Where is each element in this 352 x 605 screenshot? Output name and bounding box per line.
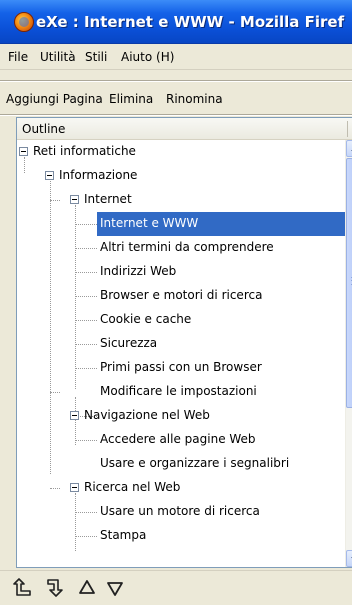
node-label: Accedere alle pagine Web: [100, 432, 256, 446]
node-label: Informazione: [59, 168, 138, 182]
collapse-icon[interactable]: [19, 147, 28, 156]
toolbar-separator-bottom: [0, 114, 352, 116]
outline-nav-toolbar: [0, 570, 352, 605]
tree-node-navigazione-web[interactable]: Navigazione nel Web: [17, 404, 337, 428]
collapse-icon[interactable]: [45, 171, 54, 180]
menu-bar: File Utilità Stili Aiuto (H): [0, 45, 352, 70]
node-label: Modificare le impostazioni: [100, 384, 257, 398]
tree-node-reti-informatiche[interactable]: Reti informatiche: [17, 140, 337, 164]
outline-header-label: Outline: [22, 122, 66, 136]
outline-header[interactable]: Outline: [17, 118, 352, 140]
node-label: Sicurezza: [100, 336, 158, 350]
node-label: Stampa: [100, 528, 147, 542]
tree-node-motore-ricerca[interactable]: Usare un motore di ricerca: [17, 500, 337, 524]
node-label: Internet e WWW: [100, 216, 199, 230]
outline-panel: Outline Reti informatiche Informazione I…: [16, 117, 352, 568]
collapse-icon[interactable]: [70, 483, 79, 492]
delete-button[interactable]: Elimina: [109, 92, 153, 106]
collapse-icon[interactable]: [70, 195, 79, 204]
tree-node-informazione[interactable]: Informazione: [17, 164, 337, 188]
outline-tree: Reti informatiche Informazione Internet …: [17, 140, 345, 567]
tree-node-cookie-cache[interactable]: Cookie e cache: [17, 308, 337, 332]
tree-node-stampa[interactable]: Stampa: [17, 524, 337, 548]
add-page-button[interactable]: Aggiungi Pagina: [6, 92, 103, 106]
tree-node-altri-termini[interactable]: Altri termini da comprendere: [17, 236, 337, 260]
node-label: Internet: [84, 192, 132, 206]
firefox-icon: [14, 12, 34, 32]
tree-node-browser-motori[interactable]: Browser e motori di ricerca: [17, 284, 337, 308]
node-label: Navigazione nel Web: [84, 408, 210, 422]
vertical-scrollbar[interactable]: [345, 140, 352, 567]
scroll-up-button[interactable]: [346, 140, 352, 157]
node-label: Usare e organizzare i segnalibri: [100, 456, 290, 470]
window-title: eXe : Internet e WWW - Mozilla Firef: [36, 13, 345, 31]
menu-aiuto[interactable]: Aiuto (H): [121, 50, 174, 64]
tree-node-indirizzi-web[interactable]: Indirizzi Web: [17, 260, 337, 284]
tree-node-accedere-pagine[interactable]: Accedere alle pagine Web: [17, 428, 337, 452]
collapse-icon[interactable]: [70, 411, 79, 420]
tree-node-sicurezza[interactable]: Sicurezza: [17, 332, 337, 356]
toolbar-separator-top: [0, 80, 352, 82]
node-label: Browser e motori di ricerca: [100, 288, 263, 302]
node-label: Usare un motore di ricerca: [100, 504, 260, 518]
move-down-icon[interactable]: [104, 577, 126, 599]
title-bar[interactable]: eXe : Internet e WWW - Mozilla Firef: [0, 0, 352, 44]
tree-node-primi-passi[interactable]: Primi passi con un Browser: [17, 356, 337, 380]
rename-button[interactable]: Rinomina: [166, 92, 223, 106]
tree-node-internet-e-www[interactable]: Internet e WWW: [17, 212, 345, 236]
menu-stili[interactable]: Stili: [85, 50, 107, 64]
demote-icon[interactable]: [44, 577, 66, 599]
scroll-thumb[interactable]: [346, 158, 352, 408]
header-divider: [347, 121, 348, 137]
outline-toolbar: Aggiungi Pagina Elimina Rinomina: [0, 86, 352, 112]
scroll-down-button[interactable]: [346, 550, 352, 567]
node-label: Indirizzi Web: [100, 264, 177, 278]
node-label: Ricerca nel Web: [84, 480, 181, 494]
move-up-icon[interactable]: [76, 577, 98, 599]
menu-file[interactable]: File: [8, 50, 28, 64]
promote-icon[interactable]: [12, 577, 34, 599]
tree-node-segnalibri[interactable]: Usare e organizzare i segnalibri: [17, 452, 337, 476]
tree-node-modificare-impostazioni[interactable]: Modificare le impostazioni: [17, 380, 337, 404]
tree-node-ricerca-web[interactable]: Ricerca nel Web: [17, 476, 337, 500]
node-label: Altri termini da comprendere: [100, 240, 274, 254]
menu-utilita[interactable]: Utilità: [40, 50, 76, 64]
node-label: Reti informatiche: [33, 144, 136, 158]
tree-node-internet[interactable]: Internet: [17, 188, 337, 212]
node-label: Primi passi con un Browser: [100, 360, 262, 374]
node-label: Cookie e cache: [100, 312, 192, 326]
